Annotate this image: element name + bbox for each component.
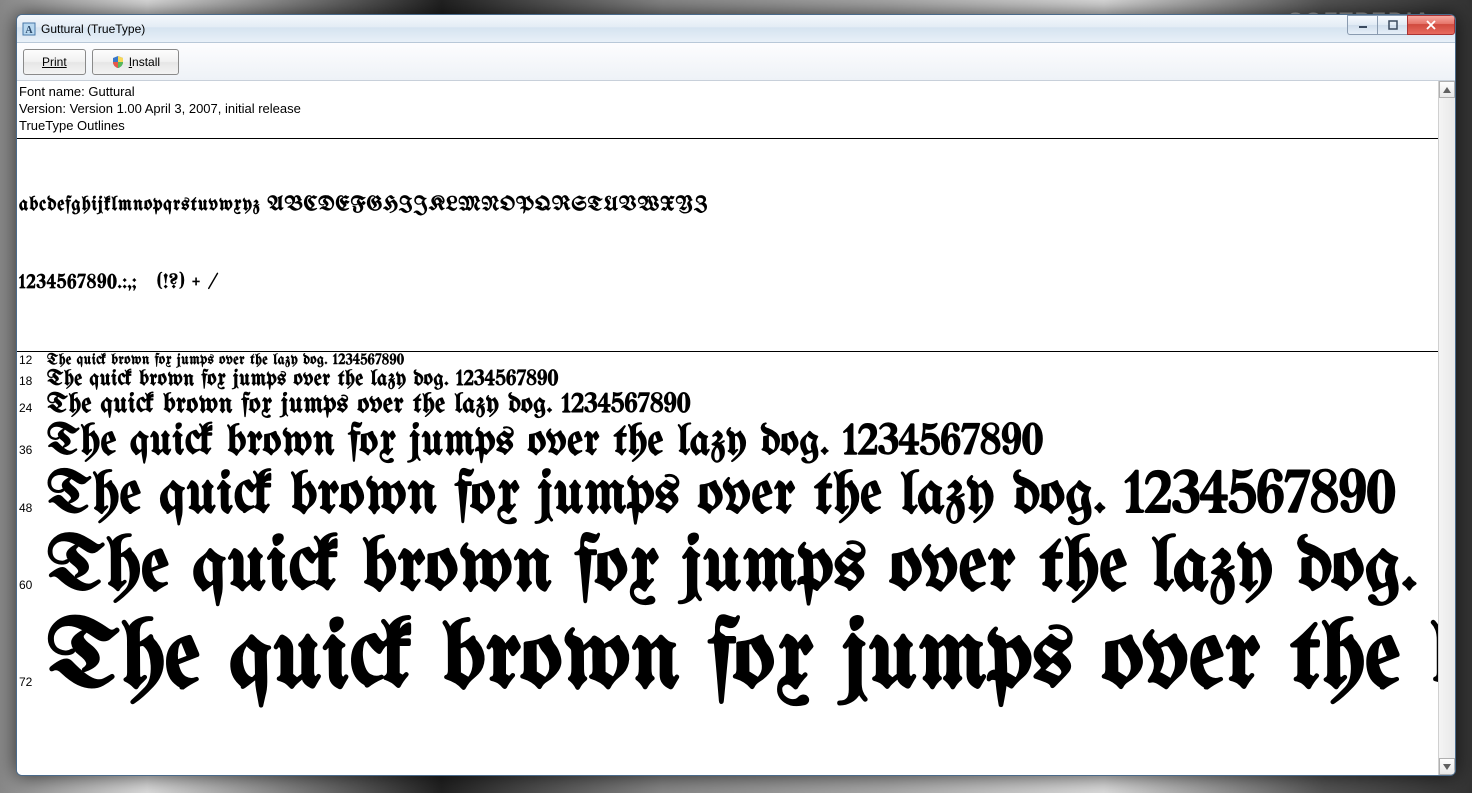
scroll-up-button[interactable] bbox=[1439, 81, 1455, 98]
charset-digits-symbols: 1234567890.:,; (!?) + / bbox=[19, 271, 1436, 297]
window-title: Guttural (TrueType) bbox=[41, 22, 1451, 36]
sample-text: The quick brown fox jumps over the lazy … bbox=[47, 391, 1438, 420]
close-button[interactable] bbox=[1407, 15, 1455, 35]
font-version-line: Version: Version 1.00 April 3, 2007, ini… bbox=[19, 100, 1436, 117]
sample-row: 48 The quick brown fox jumps over the la… bbox=[17, 466, 1438, 528]
font-preview-window: A Guttural (TrueType) Print bbox=[16, 14, 1456, 776]
titlebar[interactable]: A Guttural (TrueType) bbox=[17, 15, 1455, 43]
sample-row: 60 The quick brown fox jumps over the la… bbox=[17, 528, 1438, 609]
minimize-button[interactable] bbox=[1347, 15, 1377, 35]
sample-row: 12 The quick brown fox jumps over the la… bbox=[17, 352, 1438, 368]
sample-lines: 12 The quick brown fox jumps over the la… bbox=[17, 352, 1438, 711]
content-area: Font name: Guttural Version: Version 1.0… bbox=[17, 81, 1455, 775]
sample-text: The quick brown fox jumps over the lazy … bbox=[47, 368, 1438, 391]
font-outline-line: TrueType Outlines bbox=[19, 117, 1436, 134]
size-label: 12 bbox=[17, 353, 47, 367]
size-label: 72 bbox=[17, 675, 47, 689]
sample-row: 72 The quick brown fox jumps over the la… bbox=[17, 609, 1438, 711]
svg-text:A: A bbox=[25, 25, 33, 36]
install-button[interactable]: Install bbox=[92, 49, 179, 75]
scroll-track[interactable] bbox=[1439, 98, 1455, 758]
vertical-scrollbar[interactable] bbox=[1438, 81, 1455, 775]
sample-row: 18 The quick brown fox jumps over the la… bbox=[17, 368, 1438, 391]
shield-icon bbox=[111, 55, 125, 69]
print-button[interactable]: Print bbox=[23, 49, 86, 75]
sample-text: The quick brown fox jumps over the lazy … bbox=[47, 528, 1438, 609]
character-set: abcdefghijklmnopqrstuvwxyz ABCDEFGHIJKLM… bbox=[17, 139, 1438, 352]
font-metadata: Font name: Guttural Version: Version 1.0… bbox=[17, 81, 1438, 139]
sample-text: The quick brown fox jumps over the lazy … bbox=[47, 466, 1438, 528]
sample-text: The quick brown fox jumps over the lazy … bbox=[47, 609, 1438, 711]
sample-text: The quick brown fox jumps over the lazy … bbox=[47, 352, 1438, 368]
size-label: 36 bbox=[17, 443, 47, 457]
scroll-down-button[interactable] bbox=[1439, 758, 1455, 775]
sample-text: The quick brown fox jumps over the lazy … bbox=[47, 420, 1438, 466]
toolbar: Print Install bbox=[17, 43, 1455, 81]
window-controls bbox=[1347, 15, 1455, 35]
sample-row: 24 The quick brown fox jumps over the la… bbox=[17, 391, 1438, 420]
size-label: 60 bbox=[17, 578, 47, 592]
sample-row: 36 The quick brown fox jumps over the la… bbox=[17, 420, 1438, 466]
maximize-button[interactable] bbox=[1377, 15, 1407, 35]
charset-lowercase-uppercase: abcdefghijklmnopqrstuvwxyz ABCDEFGHIJKLM… bbox=[19, 193, 1436, 219]
size-label: 18 bbox=[17, 374, 47, 388]
preview-pane: Font name: Guttural Version: Version 1.0… bbox=[17, 81, 1438, 775]
font-name-line: Font name: Guttural bbox=[19, 83, 1436, 100]
size-label: 48 bbox=[17, 501, 47, 515]
app-icon: A bbox=[21, 21, 37, 37]
size-label: 24 bbox=[17, 401, 47, 415]
